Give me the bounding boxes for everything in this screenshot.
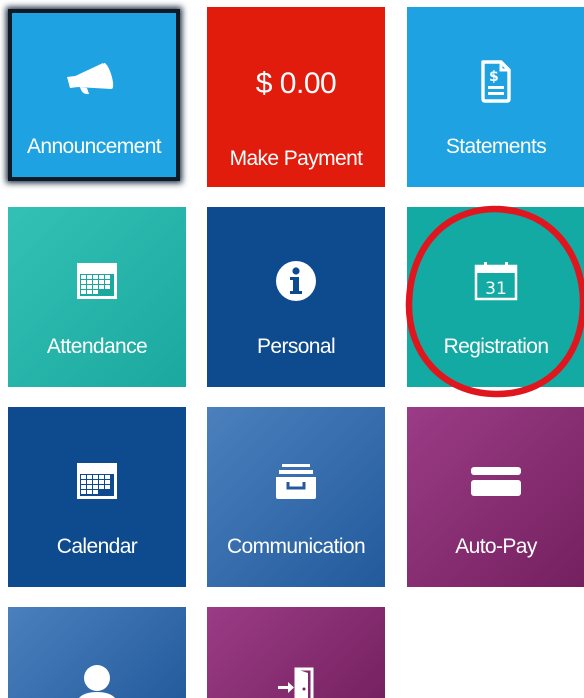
personal-label: Personal [256,335,336,358]
calendar-label: Calendar [56,535,138,558]
profile-tile[interactable] [8,607,186,698]
personal-tile[interactable]: Personal [207,207,385,387]
inbox-tray-icon [207,455,385,507]
statements-tile[interactable]: $ Statements [407,7,584,187]
statements-label: Statements [445,135,547,158]
announcement-tile[interactable]: Announcement [8,9,180,181]
registration-label: Registration [443,335,549,358]
announcement-label: Announcement [26,135,162,158]
auto-pay-label: Auto-Pay [455,535,537,558]
balance-amount: $ 0.00 [255,67,337,100]
communication-label: Communication [226,535,366,558]
user-icon [8,661,186,698]
svg-text:$: $ [489,69,499,85]
statement-document-icon: $ [407,55,584,107]
make-payment-tile[interactable]: $ 0.00 Make Payment [207,7,385,187]
calendar-31-icon: 31 [407,255,584,307]
communication-tile[interactable]: Communication [207,407,385,587]
attendance-tile[interactable]: Attendance [8,207,186,387]
exit-door-icon [207,661,385,698]
credit-card-icon [407,455,584,507]
calendar-tile[interactable]: Calendar [8,407,186,587]
auto-pay-tile[interactable]: Auto-Pay [407,407,584,587]
dashboard-tile-grid: Announcement $ 0.00 Make Payment $ State… [0,0,584,698]
make-payment-label: Make Payment [229,147,363,170]
megaphone-icon [12,53,176,105]
attendance-label: Attendance [46,335,148,358]
calendar-day-number: 31 [485,279,507,299]
attendance-calendar-icon [8,255,186,307]
calendar-grid-icon [8,455,186,507]
logout-tile[interactable] [207,607,385,698]
info-icon [207,255,385,307]
registration-tile[interactable]: 31 Registration [407,207,584,387]
